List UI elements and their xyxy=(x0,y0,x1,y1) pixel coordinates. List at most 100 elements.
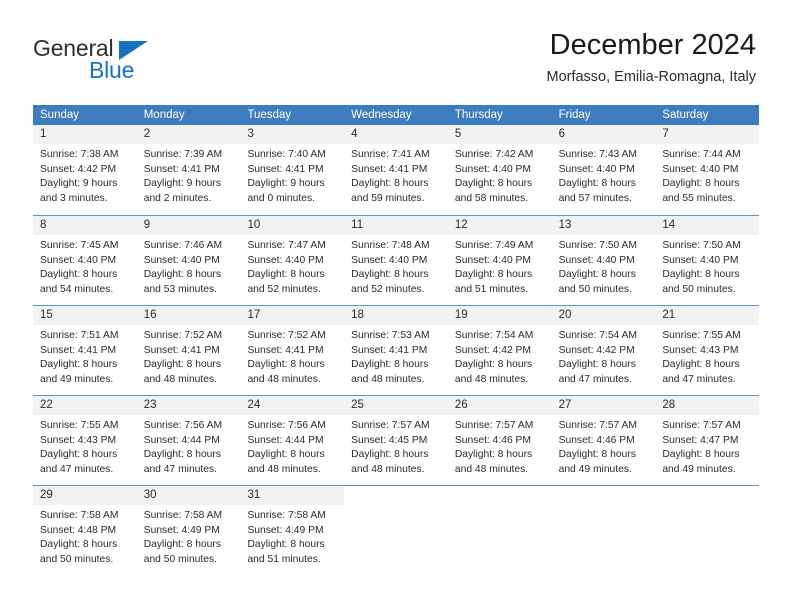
sunrise-text: Sunrise: 7:55 AM xyxy=(662,330,741,341)
calendar-day-cell[interactable]: 12 Sunrise: 7:49 AM Sunset: 4:40 PM Dayligh… xyxy=(447,216,552,305)
daylight-text-line1: Daylight: 8 hours xyxy=(454,178,533,189)
calendar-day-cell[interactable]: 7 Sunrise: 7:44 AM Sunset: 4:40 PM Daylight… xyxy=(655,125,760,215)
calendar-day-cell[interactable]: 23 Sunrise: 7:56 AM Sunset: 4:44 PM Dayligh… xyxy=(136,396,241,485)
calendar-day-cell[interactable]: 18 Sunrise: 7:53 AM Sunset: 4:41 PM Dayligh… xyxy=(344,306,448,395)
page-title: December 2024 xyxy=(549,29,756,61)
calendar-day-cell[interactable]: 4 Sunrise: 7:41 AM Sunset: 4:41 PM Daylight… xyxy=(344,125,448,215)
sunrise-text: Sunrise: 7:57 AM xyxy=(558,420,638,431)
calendar-day-cell[interactable]: 8 Sunrise: 7:45 AM Sunset: 4:40 PM Daylight… xyxy=(33,216,137,305)
day-number: 21 xyxy=(662,309,676,321)
day-details: Sunrise: 7:48 AM Sunset: 4:40 PM Daylight:… xyxy=(344,235,448,297)
weekday-header-friday: Friday xyxy=(558,109,591,121)
day-number: 31 xyxy=(247,489,261,501)
daylight-text-line2: and 48 minutes. xyxy=(247,463,321,475)
day-number: 3 xyxy=(247,128,254,140)
day-number-band: 26 xyxy=(447,396,552,415)
calendar-week-row: 29 Sunrise: 7:58 AM Sunset: 4:48 PM Dayligh… xyxy=(33,485,760,575)
day-number-band: 19 xyxy=(447,306,552,325)
sunset-text: Sunset: 4:44 PM xyxy=(143,434,220,446)
day-number: 29 xyxy=(40,489,53,501)
day-number-band: 15 xyxy=(33,306,137,325)
page-header: General Blue December 2024 Morfasso, Emi… xyxy=(0,0,792,100)
daylight-text-line2: and 53 minutes. xyxy=(143,283,217,295)
daylight-text-line2: and 2 minutes. xyxy=(143,192,212,204)
calendar-day-cell[interactable]: 31 Sunrise: 7:58 AM Sunset: 4:49 PM Dayligh… xyxy=(240,486,345,575)
daylight-text-line1: Daylight: 8 hours xyxy=(454,359,533,370)
daylight-text-line2: and 48 minutes. xyxy=(454,373,529,385)
sunset-text: Sunset: 4:46 PM xyxy=(454,434,532,446)
daylight-text-line1: Daylight: 9 hours xyxy=(40,178,118,189)
calendar-day-cell[interactable]: 17 Sunrise: 7:52 AM Sunset: 4:41 PM Dayligh… xyxy=(240,306,345,395)
calendar-day-cell[interactable]: 22 Sunrise: 7:55 AM Sunset: 4:43 PM Dayligh… xyxy=(33,396,137,485)
day-details: Sunrise: 7:52 AM Sunset: 4:41 PM Daylight:… xyxy=(137,325,241,387)
daylight-text-line2: and 50 minutes. xyxy=(143,553,217,565)
calendar-day-cell[interactable]: 10 Sunrise: 7:47 AM Sunset: 4:40 PM Dayligh… xyxy=(240,216,345,305)
calendar-day-cell[interactable]: 26 Sunrise: 7:57 AM Sunset: 4:46 PM Dayligh… xyxy=(447,396,552,485)
calendar-day-cell[interactable]: 9 Sunrise: 7:46 AM Sunset: 4:40 PM Daylight… xyxy=(136,216,241,305)
sunrise-text: Sunrise: 7:42 AM xyxy=(454,149,534,160)
general-blue-logo[interactable]: General Blue xyxy=(33,35,213,87)
calendar-day-cell[interactable]: 27 Sunrise: 7:57 AM Sunset: 4:46 PM Dayligh… xyxy=(551,396,656,485)
sunrise-text: Sunrise: 7:41 AM xyxy=(351,149,430,160)
calendar-day-cell[interactable]: 5 Sunrise: 7:42 AM Sunset: 4:40 PM Daylight… xyxy=(447,125,552,215)
daylight-text-line2: and 49 minutes. xyxy=(40,373,114,385)
daylight-text-line1: Daylight: 8 hours xyxy=(40,449,118,460)
day-number-band: 31 xyxy=(240,486,345,505)
sunrise-text: Sunrise: 7:49 AM xyxy=(454,240,534,251)
calendar-day-cell[interactable]: 16 Sunrise: 7:52 AM Sunset: 4:41 PM Dayligh… xyxy=(136,306,241,395)
calendar-day-cell[interactable]: 13 Sunrise: 7:50 AM Sunset: 4:40 PM Dayligh… xyxy=(551,216,656,305)
daylight-text-line1: Daylight: 8 hours xyxy=(143,359,221,370)
day-number: 26 xyxy=(454,399,468,411)
daylight-text-line2: and 48 minutes. xyxy=(143,373,217,385)
calendar-day-cell[interactable]: 21 Sunrise: 7:55 AM Sunset: 4:43 PM Dayligh… xyxy=(655,306,760,395)
day-number-band: 23 xyxy=(136,396,241,415)
calendar-day-cell[interactable]: 28 Sunrise: 7:57 AM Sunset: 4:47 PM Dayligh… xyxy=(655,396,760,485)
calendar-day-cell[interactable]: 14 Sunrise: 7:50 AM Sunset: 4:40 PM Dayligh… xyxy=(655,216,760,305)
daylight-text-line2: and 48 minutes. xyxy=(351,463,425,475)
calendar-day-cell-empty xyxy=(447,486,552,575)
calendar-day-cell[interactable]: 25 Sunrise: 7:57 AM Sunset: 4:45 PM Dayligh… xyxy=(344,396,448,485)
calendar-day-cell[interactable]: 15 Sunrise: 7:51 AM Sunset: 4:41 PM Dayligh… xyxy=(33,306,137,395)
sunrise-text: Sunrise: 7:45 AM xyxy=(40,240,119,251)
day-number-band: 11 xyxy=(344,216,448,235)
sunset-text: Sunset: 4:47 PM xyxy=(662,434,739,446)
day-number-band: 1 xyxy=(33,125,137,144)
day-number: 28 xyxy=(662,399,676,411)
day-number-band: 25 xyxy=(344,396,448,415)
day-number: 9 xyxy=(143,219,151,231)
weekday-header-tuesday: Tuesday xyxy=(247,109,292,121)
daylight-text-line2: and 47 minutes. xyxy=(40,463,114,475)
day-number: 11 xyxy=(351,219,364,231)
calendar-day-cell[interactable]: 11 Sunrise: 7:48 AM Sunset: 4:40 PM Dayligh… xyxy=(344,216,448,305)
day-number: 15 xyxy=(40,309,53,321)
sunset-text: Sunset: 4:41 PM xyxy=(247,163,324,175)
calendar-day-cell[interactable]: 3 Sunrise: 7:40 AM Sunset: 4:41 PM Daylight… xyxy=(240,125,345,215)
day-details: Sunrise: 7:42 AM Sunset: 4:40 PM Daylight:… xyxy=(448,144,552,206)
calendar-day-cell[interactable]: 2 Sunrise: 7:39 AM Sunset: 4:41 PM Daylight… xyxy=(136,125,241,215)
daylight-text-line1: Daylight: 8 hours xyxy=(454,269,533,280)
sunrise-text: Sunrise: 7:38 AM xyxy=(40,149,119,160)
sunset-text: Sunset: 4:40 PM xyxy=(662,254,739,266)
sunset-text: Sunset: 4:49 PM xyxy=(247,524,324,536)
calendar-day-cell[interactable]: 29 Sunrise: 7:58 AM Sunset: 4:48 PM Dayligh… xyxy=(33,486,137,575)
calendar-day-cell[interactable]: 6 Sunrise: 7:43 AM Sunset: 4:40 PM Daylight… xyxy=(551,125,656,215)
calendar-day-cell[interactable]: 1 Sunrise: 7:38 AM Sunset: 4:42 PM Daylight… xyxy=(33,125,137,215)
day-number-band: 29 xyxy=(33,486,137,505)
daylight-text-line1: Daylight: 8 hours xyxy=(143,449,221,460)
calendar-week-row: 1 Sunrise: 7:38 AM Sunset: 4:42 PM Daylight… xyxy=(33,125,760,215)
day-number-band: 4 xyxy=(344,125,448,144)
day-number-band: 3 xyxy=(240,125,345,144)
day-details: Sunrise: 7:51 AM Sunset: 4:41 PM Daylight:… xyxy=(33,325,137,387)
calendar-day-cell[interactable]: 24 Sunrise: 7:56 AM Sunset: 4:44 PM Dayligh… xyxy=(240,396,345,485)
calendar-day-cell[interactable]: 20 Sunrise: 7:54 AM Sunset: 4:42 PM Dayligh… xyxy=(551,306,656,395)
daylight-text-line1: Daylight: 8 hours xyxy=(558,449,636,460)
daylight-text-line2: and 47 minutes. xyxy=(143,463,217,475)
sunrise-text: Sunrise: 7:52 AM xyxy=(247,330,326,341)
calendar-day-cell[interactable]: 19 Sunrise: 7:54 AM Sunset: 4:42 PM Dayligh… xyxy=(447,306,552,395)
daylight-text-line1: Daylight: 8 hours xyxy=(662,449,740,460)
day-details: Sunrise: 7:39 AM Sunset: 4:41 PM Daylight:… xyxy=(137,144,241,206)
daylight-text-line1: Daylight: 8 hours xyxy=(351,449,429,460)
daylight-text-line1: Daylight: 8 hours xyxy=(143,269,221,280)
sunset-text: Sunset: 4:42 PM xyxy=(558,344,635,356)
calendar-day-cell[interactable]: 30 Sunrise: 7:58 AM Sunset: 4:49 PM Dayligh… xyxy=(136,486,241,575)
